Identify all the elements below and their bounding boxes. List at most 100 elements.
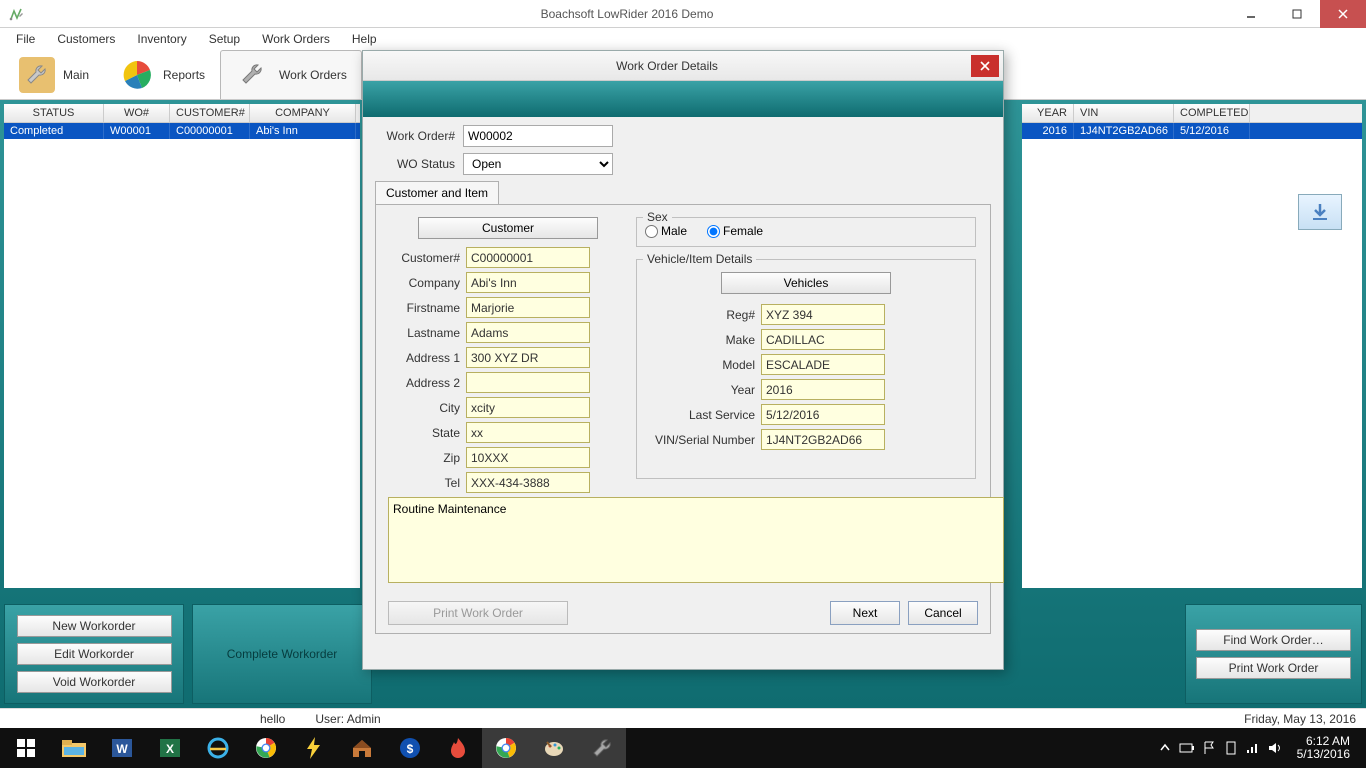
- close-button[interactable]: [1320, 0, 1366, 28]
- input-zip[interactable]: [466, 447, 590, 468]
- input-model[interactable]: [761, 354, 885, 375]
- input-company[interactable]: [466, 272, 590, 293]
- menu-help[interactable]: Help: [342, 30, 387, 48]
- col-completed[interactable]: COMPLETED: [1174, 104, 1250, 122]
- tray-clock[interactable]: 6:12 AM 5/13/2016: [1289, 735, 1358, 761]
- status-bar: hello User: Admin Friday, May 13, 2016: [0, 708, 1366, 728]
- col-company[interactable]: COMPANY: [250, 104, 356, 122]
- dialog-strip: [363, 81, 1003, 117]
- tray-wifi-icon[interactable]: [1245, 740, 1261, 756]
- flame-icon[interactable]: [434, 728, 482, 768]
- app-running-icon[interactable]: [578, 728, 626, 768]
- cell-wo: W00001: [104, 123, 170, 139]
- vehicles-button[interactable]: Vehicles: [721, 272, 891, 294]
- input-first[interactable]: [466, 297, 590, 318]
- cell-completed: 5/12/2016: [1174, 123, 1250, 139]
- col-vin[interactable]: VIN: [1074, 104, 1174, 122]
- input-vin[interactable]: [761, 429, 885, 450]
- find-workorder-button[interactable]: Find Work Order…: [1196, 629, 1351, 651]
- paint-icon[interactable]: [530, 728, 578, 768]
- cell-year: 2016: [1022, 123, 1074, 139]
- lbl-zip: Zip: [388, 451, 460, 465]
- cancel-button[interactable]: Cancel: [908, 601, 978, 625]
- word-icon[interactable]: W: [98, 728, 146, 768]
- tray-device-icon[interactable]: [1223, 740, 1239, 756]
- lbl-model: Model: [645, 358, 755, 372]
- input-addr1[interactable]: [466, 347, 590, 368]
- menu-file[interactable]: File: [6, 30, 45, 48]
- tab-main[interactable]: Main: [4, 50, 104, 99]
- wo-number-input[interactable]: [463, 125, 613, 147]
- tray-up-icon[interactable]: [1157, 740, 1173, 756]
- excel-icon[interactable]: X: [146, 728, 194, 768]
- menu-customers[interactable]: Customers: [47, 30, 125, 48]
- status-hello: hello: [260, 712, 285, 726]
- status-date: Friday, May 13, 2016: [1244, 712, 1356, 726]
- input-year[interactable]: [761, 379, 885, 400]
- void-workorder-button[interactable]: Void Workorder: [17, 671, 172, 693]
- input-city[interactable]: [466, 397, 590, 418]
- maximize-button[interactable]: [1274, 0, 1320, 28]
- col-year[interactable]: YEAR: [1022, 104, 1074, 122]
- lbl-city: City: [388, 401, 460, 415]
- tray-battery-icon[interactable]: [1179, 740, 1195, 756]
- minimize-button[interactable]: [1228, 0, 1274, 28]
- dollar-icon[interactable]: $: [386, 728, 434, 768]
- problem-description[interactable]: Routine Maintenance: [388, 497, 1004, 583]
- input-last-service[interactable]: [761, 404, 885, 425]
- grid-left: STATUS WO# CUSTOMER# COMPANY Completed W…: [4, 104, 360, 588]
- edit-workorder-button[interactable]: Edit Workorder: [17, 643, 172, 665]
- status-user: User: Admin: [315, 712, 380, 726]
- tray-flag-icon[interactable]: [1201, 740, 1217, 756]
- new-workorder-button[interactable]: New Workorder: [17, 615, 172, 637]
- input-customernum[interactable]: [466, 247, 590, 268]
- input-last[interactable]: [466, 322, 590, 343]
- svg-text:W: W: [116, 742, 128, 756]
- radio-male[interactable]: Male: [645, 224, 687, 238]
- lbl-tel: Tel: [388, 476, 460, 490]
- next-button[interactable]: Next: [830, 601, 900, 625]
- grid-right-row[interactable]: 2016 1J4NT2GB2AD66 5/12/2016: [1022, 123, 1362, 139]
- input-state[interactable]: [466, 422, 590, 443]
- wo-status-label: WO Status: [375, 157, 455, 171]
- ie-icon[interactable]: [194, 728, 242, 768]
- menu-inventory[interactable]: Inventory: [127, 30, 196, 48]
- print-workorder-dialog-button[interactable]: Print Work Order: [388, 601, 568, 625]
- tab-workorders[interactable]: Work Orders: [220, 50, 362, 99]
- lbl-addr2: Address 2: [388, 376, 460, 390]
- start-button[interactable]: [2, 728, 50, 768]
- menu-workorders[interactable]: Work Orders: [252, 30, 340, 48]
- print-workorder-button[interactable]: Print Work Order: [1196, 657, 1351, 679]
- input-tel[interactable]: [466, 472, 590, 493]
- explorer-icon[interactable]: [50, 728, 98, 768]
- radio-female[interactable]: Female: [707, 224, 763, 238]
- lbl-vehicle-group: Vehicle/Item Details: [643, 252, 756, 266]
- customer-button[interactable]: Customer: [418, 217, 598, 239]
- chrome-running-icon[interactable]: [482, 728, 530, 768]
- col-wo[interactable]: WO#: [104, 104, 170, 122]
- tab-customer-item[interactable]: Customer and Item: [375, 181, 499, 204]
- bolt-icon[interactable]: [290, 728, 338, 768]
- piechart-icon: [119, 57, 155, 93]
- input-make[interactable]: [761, 329, 885, 350]
- col-customer[interactable]: CUSTOMER#: [170, 104, 250, 122]
- chrome-icon[interactable]: [242, 728, 290, 768]
- tab-reports[interactable]: Reports: [104, 50, 220, 99]
- download-arrow-icon[interactable]: [1298, 194, 1342, 230]
- windows-taskbar: W X $ 6:12 AM 5/13/2016: [0, 728, 1366, 768]
- input-reg[interactable]: [761, 304, 885, 325]
- cell-status: Completed: [4, 123, 104, 139]
- dialog-close-button[interactable]: [971, 55, 999, 77]
- lbl-make: Make: [645, 333, 755, 347]
- house-icon[interactable]: [338, 728, 386, 768]
- menu-setup[interactable]: Setup: [199, 30, 250, 48]
- wo-status-select[interactable]: Open: [463, 153, 613, 175]
- cell-company: Abi's Inn: [250, 123, 356, 139]
- lbl-company: Company: [388, 276, 460, 290]
- tray-volume-icon[interactable]: [1267, 740, 1283, 756]
- system-tray: 6:12 AM 5/13/2016: [1157, 735, 1364, 761]
- input-addr2[interactable]: [466, 372, 590, 393]
- grid-left-row[interactable]: Completed W00001 C00000001 Abi's Inn: [4, 123, 360, 139]
- complete-workorder-label[interactable]: Complete Workorder: [227, 647, 337, 661]
- col-status[interactable]: STATUS: [4, 104, 104, 122]
